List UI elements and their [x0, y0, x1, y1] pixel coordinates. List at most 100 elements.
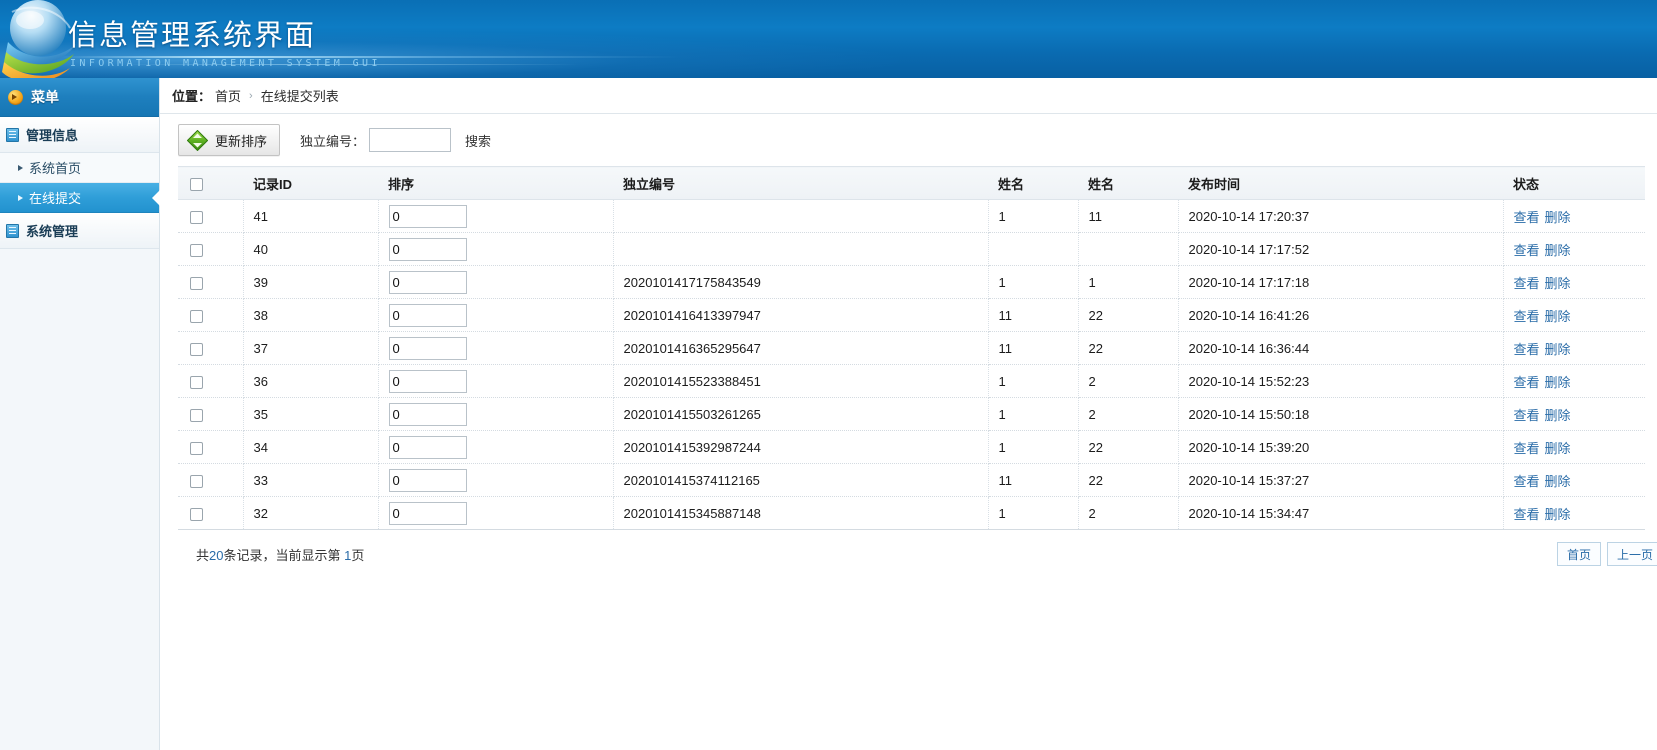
view-link[interactable]: 查看: [1514, 441, 1540, 456]
row-select-cell: [178, 233, 243, 266]
sort-order-input[interactable]: [389, 469, 467, 492]
table-row: 322020101415345887148122020-10-14 15:34:…: [178, 497, 1645, 530]
cell-record-id: 32: [243, 497, 378, 530]
cell-name-2: 22: [1078, 431, 1178, 464]
view-link[interactable]: 查看: [1514, 408, 1540, 423]
cell-name-1: 11: [988, 464, 1078, 497]
delete-link[interactable]: 删除: [1545, 342, 1571, 357]
checkbox-unchecked-icon[interactable]: [190, 310, 203, 323]
sidebar-group-guanli-xinxi[interactable]: 管理信息: [0, 117, 159, 153]
column-header-status: 状态: [1503, 167, 1645, 200]
cell-actions: 查看删除: [1503, 200, 1645, 233]
cell-sort: [378, 332, 613, 365]
sort-order-input[interactable]: [389, 304, 467, 327]
cell-independent-code: 2020101416413397947: [613, 299, 988, 332]
checkbox-unchecked-icon[interactable]: [190, 508, 203, 521]
cell-name-2: 22: [1078, 332, 1178, 365]
sort-order-input[interactable]: [389, 238, 467, 261]
search-button[interactable]: 搜索: [465, 131, 491, 150]
cell-publish-time: 2020-10-14 15:37:27: [1178, 464, 1503, 497]
cell-record-id: 41: [243, 200, 378, 233]
breadcrumb-home-link[interactable]: 首页: [215, 86, 241, 105]
view-link[interactable]: 查看: [1514, 474, 1540, 489]
cell-publish-time: 2020-10-14 15:34:47: [1178, 497, 1503, 530]
caret-right-icon: [18, 165, 23, 171]
cell-name-2: [1078, 233, 1178, 266]
cell-name-2: 2: [1078, 398, 1178, 431]
cell-actions: 查看删除: [1503, 365, 1645, 398]
cell-actions: 查看删除: [1503, 299, 1645, 332]
checkbox-unchecked-icon[interactable]: [190, 475, 203, 488]
table-row: 352020101415503261265122020-10-14 15:50:…: [178, 398, 1645, 431]
checkbox-unchecked-icon[interactable]: [190, 244, 203, 257]
view-link[interactable]: 查看: [1514, 507, 1540, 522]
independent-code-input[interactable]: [369, 128, 451, 152]
delete-link[interactable]: 删除: [1545, 276, 1571, 291]
checkbox-unchecked-icon[interactable]: [190, 277, 203, 290]
delete-link[interactable]: 删除: [1545, 507, 1571, 522]
cell-publish-time: 2020-10-14 16:41:26: [1178, 299, 1503, 332]
cell-sort: [378, 431, 613, 464]
cell-record-id: 38: [243, 299, 378, 332]
update-sort-button[interactable]: 更新排序: [178, 124, 280, 156]
view-link[interactable]: 查看: [1514, 276, 1540, 291]
sort-order-input[interactable]: [389, 337, 467, 360]
column-header-independent-code: 独立编号: [613, 167, 988, 200]
sort-order-input[interactable]: [389, 205, 467, 228]
row-select-cell: [178, 365, 243, 398]
view-link[interactable]: 查看: [1514, 309, 1540, 324]
cell-actions: 查看删除: [1503, 398, 1645, 431]
sort-order-input[interactable]: [389, 271, 467, 294]
table-body: 411112020-10-14 17:20:37查看删除402020-10-14…: [178, 200, 1645, 530]
cell-name-1: 11: [988, 332, 1078, 365]
cell-actions: 查看删除: [1503, 431, 1645, 464]
filter-label: 独立编号：: [300, 131, 365, 150]
records-table: 记录ID 排序 独立编号 姓名 姓名 发布时间 状态 411112020-10-…: [178, 166, 1645, 530]
delete-link[interactable]: 删除: [1545, 441, 1571, 456]
cell-name-1: 11: [988, 299, 1078, 332]
table-row: 37202010141636529564711222020-10-14 16:3…: [178, 332, 1645, 365]
checkbox-unchecked-icon[interactable]: [190, 409, 203, 422]
view-link[interactable]: 查看: [1514, 243, 1540, 258]
view-link[interactable]: 查看: [1514, 210, 1540, 225]
list-panel-icon: [6, 224, 19, 238]
delete-link[interactable]: 删除: [1545, 408, 1571, 423]
sort-order-input[interactable]: [389, 370, 467, 393]
delete-link[interactable]: 删除: [1545, 309, 1571, 324]
cell-name-1: 1: [988, 497, 1078, 530]
checkbox-unchecked-icon[interactable]: [190, 178, 203, 191]
table-row: 3420201014153929872441222020-10-14 15:39…: [178, 431, 1645, 464]
sort-order-input[interactable]: [389, 436, 467, 459]
delete-link[interactable]: 删除: [1545, 474, 1571, 489]
cell-sort: [378, 497, 613, 530]
record-count-info: 共20条记录，当前显示第 1页: [196, 545, 364, 564]
delete-link[interactable]: 删除: [1545, 210, 1571, 225]
cell-record-id: 36: [243, 365, 378, 398]
sidebar-item-label: 系统首页: [29, 158, 81, 177]
checkbox-unchecked-icon[interactable]: [190, 211, 203, 224]
record-count-prefix: 共: [196, 548, 209, 563]
sort-order-input[interactable]: [389, 403, 467, 426]
delete-link[interactable]: 删除: [1545, 375, 1571, 390]
delete-link[interactable]: 删除: [1545, 243, 1571, 258]
checkbox-unchecked-icon[interactable]: [190, 376, 203, 389]
pagination-prev-button[interactable]: 上一页: [1607, 542, 1657, 566]
breadcrumb-lead: 位置：: [172, 86, 211, 105]
pagination-first-button[interactable]: 首页: [1557, 542, 1601, 566]
checkbox-unchecked-icon[interactable]: [190, 343, 203, 356]
view-link[interactable]: 查看: [1514, 342, 1540, 357]
checkbox-unchecked-icon[interactable]: [190, 442, 203, 455]
sidebar-menu-header[interactable]: 菜单: [0, 78, 159, 117]
cell-record-id: 35: [243, 398, 378, 431]
orange-arrow-bullet-icon: [8, 90, 23, 105]
view-link[interactable]: 查看: [1514, 375, 1540, 390]
sidebar-item-online-submit[interactable]: 在线提交: [0, 183, 159, 213]
sort-order-input[interactable]: [389, 502, 467, 525]
sidebar-group-system-manage[interactable]: 系统管理: [0, 213, 159, 249]
cell-actions: 查看删除: [1503, 332, 1645, 365]
cell-actions: 查看删除: [1503, 233, 1645, 266]
cell-name-1: 1: [988, 365, 1078, 398]
sidebar-item-system-home[interactable]: 系统首页: [0, 153, 159, 183]
cell-independent-code: 2020101416365295647: [613, 332, 988, 365]
cell-record-id: 37: [243, 332, 378, 365]
